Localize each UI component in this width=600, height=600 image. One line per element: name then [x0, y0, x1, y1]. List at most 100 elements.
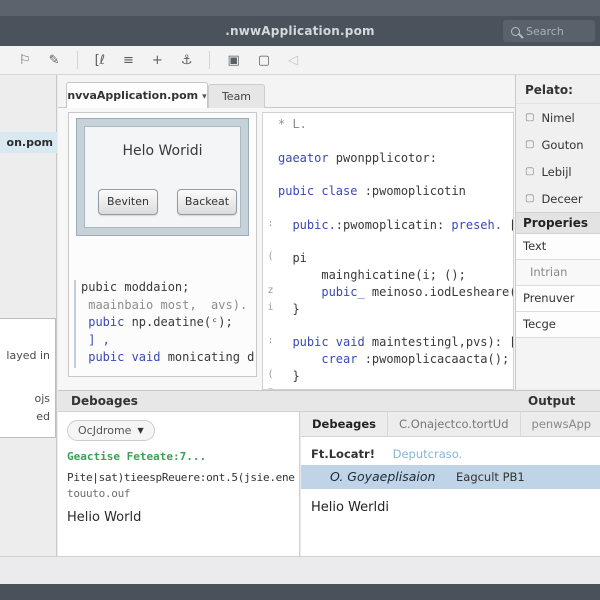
console-dropdown-label: OcJdrome [78, 424, 132, 437]
code-line [263, 235, 513, 252]
gutter-mark [263, 151, 278, 168]
debug-panel-title: Deboages [71, 394, 138, 408]
code-token: monicating d [167, 350, 254, 364]
code-icon[interactable]: [ℓ [95, 53, 105, 68]
rail-popup: layed in ojs ed [0, 318, 56, 438]
palette-item-label: Nimel [541, 110, 575, 125]
tab-active-file[interactable]: nvvaApplication.pom ▾ [66, 82, 208, 108]
output-tab[interactable]: Debeages [301, 412, 389, 436]
right-sidebar: Pelato: ▢ Nimel ▢ Gouton ▢ Lebijl ▢ Deceer Prop… [515, 75, 600, 390]
code-line: pubic clase :pwomoplicotin [263, 184, 513, 201]
palette-list: ▢ Nimel ▢ Gouton ▢ Lebijl ▢ Deceer [516, 104, 600, 212]
code-line [263, 167, 513, 184]
code-token: pubic. [278, 217, 336, 232]
gutter-mark [263, 117, 278, 134]
code-line: ( } [263, 369, 513, 386]
palette-item-nimel[interactable]: ▢ Nimel [516, 104, 600, 131]
anchor-icon[interactable]: ⚓ [181, 53, 193, 68]
property-row-intrian[interactable]: Intrian [516, 260, 600, 286]
gutter-mark [263, 184, 278, 201]
component-icon: ▢ [525, 166, 535, 177]
palette-item-lebijl[interactable]: ▢ Lebijl [516, 158, 600, 185]
code-token: pwonpplicotor: [335, 150, 437, 165]
code-line: ( pi [263, 251, 513, 268]
output-panel: Debeages C.Onajectco.tortUd penwsApp Ft.Lo… [301, 412, 600, 556]
add-icon[interactable]: + [152, 53, 163, 68]
gutter-mark [263, 319, 278, 336]
gutter-mark: : [267, 217, 274, 229]
code-token: } [278, 368, 300, 383]
toolbar-separator [76, 51, 78, 69]
locator-value: Deputcraso. [392, 447, 463, 461]
console-line: touuto.ouf [67, 487, 131, 500]
gutter-mark: : [267, 335, 274, 347]
selected-row-name: O. Goyaeplisaion [330, 469, 436, 484]
form-preview-frame: Helo Woridi Beviten Backeat [76, 118, 249, 236]
output-selected-row[interactable]: O. Goyaeplisaion Eagcult PB1 [301, 465, 600, 489]
palette-item-label: Lebijl [541, 164, 572, 179]
toolbar: ⚐ ✎ [ℓ ≡ + ⚓ ▣ ▢ ◁ [0, 46, 600, 75]
console-dropdown[interactable]: OcJdrome ▼ [67, 420, 155, 441]
code-token: :pwomoplicacaacta(); [364, 352, 510, 367]
output-tab[interactable]: C.Onajectco.tortUd [388, 412, 521, 436]
code-line: pubic np.deatine(ᶜ); [81, 315, 254, 333]
console-lines: Geactise Feteate:7... Pite|sat)tieespReue… [67, 450, 299, 525]
window-top-strip [0, 0, 600, 16]
output-tab[interactable]: penwsApp [521, 412, 600, 436]
preview-button-2[interactable]: Backeat [177, 189, 237, 215]
chevron-down-icon: ▾ [202, 92, 207, 102]
rail-text-fragment: layed in [6, 349, 50, 362]
palette-item-label: Deceer [541, 191, 583, 206]
gutter-mark: z [267, 284, 274, 296]
code-token: maintestingl,pvs): [ [371, 335, 514, 350]
code-line: z pubic_ meinoso.iodLesheare(: [263, 285, 513, 302]
code-token: crear [278, 352, 365, 367]
output-panel-title: Output [528, 394, 576, 408]
mute-icon[interactable]: ◁ [288, 53, 298, 68]
form-preview-canvas: Helo Woridi Beviten Backeat [84, 126, 241, 228]
frame-icon[interactable]: ▣ [227, 53, 239, 68]
preview-label: Helo Woridi [122, 143, 203, 159]
code-token: :pwomoplicatin: [335, 217, 452, 232]
search-label: Search [526, 24, 564, 38]
property-row-prenuver[interactable]: Prenuver [516, 286, 600, 312]
rail-selected-item[interactable]: on.pom [0, 132, 57, 153]
code-token: ] , [81, 332, 110, 347]
palette-item-deceer[interactable]: ▢ Deceer [516, 185, 600, 212]
rail-text-fragment: ojs [34, 392, 50, 405]
editor-zone: nvvaApplication.pom ▾ Team Helo Woridi Be… [58, 75, 515, 390]
code-line: maainbaio most, avs). [81, 298, 254, 316]
code-line [263, 134, 513, 151]
bottom-panel-header: Deboages Output [58, 390, 600, 412]
tab-team[interactable]: Team [208, 84, 265, 108]
code-editor[interactable]: * L. gaeator pwonpplicotor: pubic clase :p… [262, 112, 514, 390]
gutter-mark [263, 235, 278, 252]
property-row-tecge[interactable]: Tecge [516, 312, 600, 338]
gutter-mark [263, 352, 278, 369]
code-token: pubic clase [278, 184, 365, 199]
preview-button-1[interactable]: Beviten [98, 189, 158, 215]
pen-icon[interactable]: ✎ [49, 53, 60, 68]
code-line: pubic moddaion; [81, 280, 254, 298]
property-row-text[interactable]: Text [516, 234, 600, 260]
chevron-down-icon: ▼ [137, 426, 144, 435]
code-token: pi [278, 251, 307, 266]
ide-window: .nwwApplication.pom Search ⚐ ✎ [ℓ ≡ + ⚓ ▣ ▢ ◁ on… [0, 0, 600, 600]
designer-panel[interactable]: Helo Woridi Beviten Backeat pubic moddai… [68, 112, 257, 377]
window-footer-strip [0, 584, 600, 600]
code-line: : pubic vaid maintestingl,pvs): [ [263, 335, 513, 352]
component-icon: ▢ [525, 112, 535, 123]
list-icon[interactable]: ≡ [123, 53, 134, 68]
palette-item-gouton[interactable]: ▢ Gouton [516, 131, 600, 158]
console-line: Geactise Feteate:7... [67, 450, 207, 463]
code-line: mainghicatine(i; (); [263, 268, 513, 285]
document-icon[interactable]: ▢ [258, 53, 270, 68]
console-line: Helio World [67, 510, 142, 525]
code-token: [ [509, 218, 513, 235]
search-box[interactable]: Search [503, 20, 595, 42]
flag-icon[interactable]: ⚐ [19, 53, 31, 68]
code-line: gaeator pwonpplicotor: [263, 151, 513, 168]
code-line: ] , [81, 333, 254, 351]
titlebar: .nwwApplication.pom Search [0, 16, 600, 46]
gutter-mark [263, 268, 278, 285]
